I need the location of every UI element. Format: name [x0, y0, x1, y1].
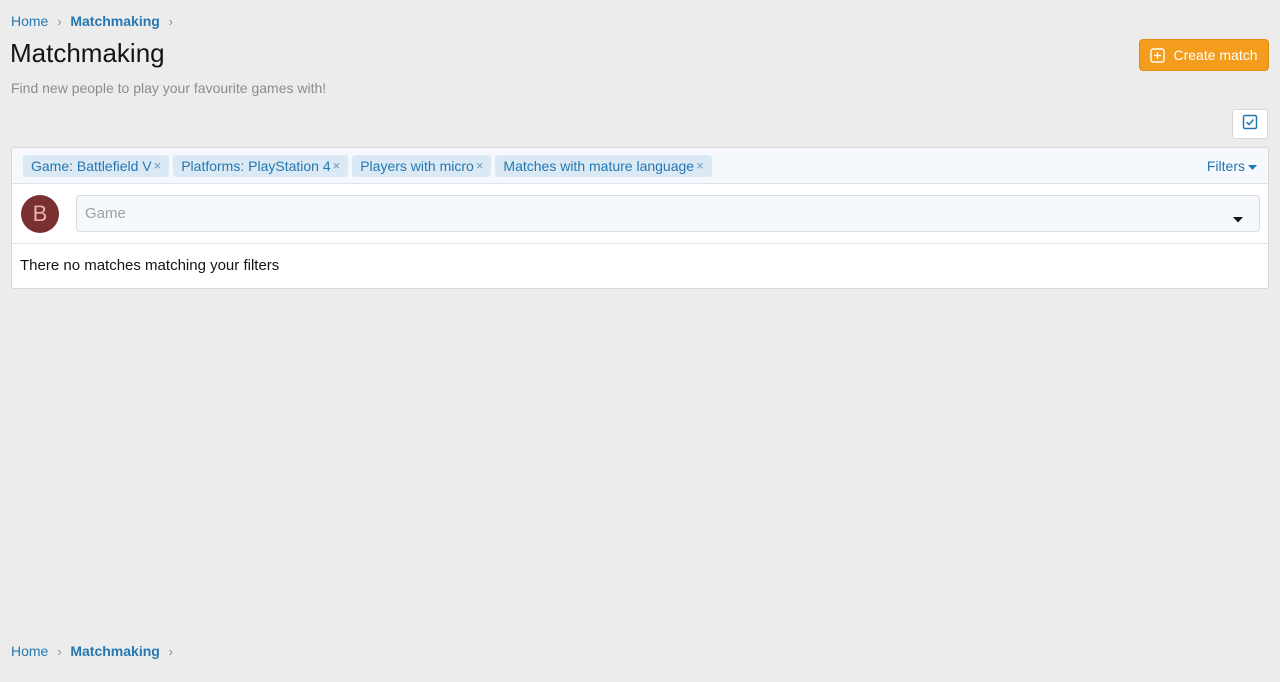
page-description: Find new people to play your favourite g…	[11, 80, 327, 96]
chevron-down-icon	[1233, 210, 1243, 227]
filter-chip-mature-language[interactable]: Matches with mature language ×	[495, 154, 712, 177]
page-title: Matchmaking	[10, 38, 165, 68]
breadcrumb-home-link[interactable]: Home	[11, 643, 48, 659]
matchmaking-panel: Game: Battlefield V × Platforms: PlaySta…	[11, 147, 1269, 289]
breadcrumb-separator: ›	[57, 643, 62, 659]
close-icon[interactable]: ×	[476, 158, 484, 173]
breadcrumb-matchmaking-link[interactable]: Matchmaking	[70, 13, 159, 29]
game-picker-row: B Game	[12, 184, 1268, 244]
close-icon[interactable]: ×	[696, 158, 704, 173]
filter-chip-players-with-micro[interactable]: Players with micro ×	[352, 154, 492, 177]
breadcrumb-separator: ›	[57, 13, 62, 29]
filter-chip-label: Game: Battlefield V	[31, 157, 152, 174]
breadcrumb-home-link[interactable]: Home	[11, 13, 48, 29]
game-select-placeholder: Game	[85, 205, 126, 222]
create-match-label: Create match	[1173, 47, 1258, 63]
select-toggle-button[interactable]	[1232, 109, 1268, 139]
breadcrumb-footer: Home › Matchmaking ›	[11, 641, 182, 661]
checkbox-icon	[1242, 114, 1258, 135]
empty-results-message: There no matches matching your filters	[20, 257, 280, 274]
filter-chip-game[interactable]: Game: Battlefield V ×	[23, 154, 170, 177]
create-match-button[interactable]: Create match	[1139, 39, 1269, 71]
breadcrumb: Home › Matchmaking ›	[11, 11, 182, 31]
filters-label: Filters	[1206, 158, 1245, 174]
close-icon[interactable]: ×	[333, 158, 341, 173]
filter-chip-label: Platforms: PlayStation 4	[181, 157, 331, 174]
filter-chip-label: Matches with mature language	[503, 157, 695, 174]
plus-square-icon	[1150, 47, 1166, 63]
active-filters-bar: Game: Battlefield V × Platforms: PlaySta…	[12, 148, 1268, 184]
avatar[interactable]: B	[21, 195, 59, 233]
caret-down-icon	[1248, 158, 1257, 174]
breadcrumb-matchmaking-link[interactable]: Matchmaking	[70, 643, 159, 659]
game-select[interactable]: Game	[76, 195, 1260, 232]
filter-chip-label: Players with micro	[360, 157, 474, 174]
breadcrumb-separator: ›	[168, 13, 173, 29]
close-icon[interactable]: ×	[154, 158, 162, 173]
breadcrumb-separator: ›	[168, 643, 173, 659]
filters-dropdown-button[interactable]: Filters	[1207, 158, 1257, 174]
filter-chip-platforms[interactable]: Platforms: PlayStation 4 ×	[173, 154, 349, 177]
